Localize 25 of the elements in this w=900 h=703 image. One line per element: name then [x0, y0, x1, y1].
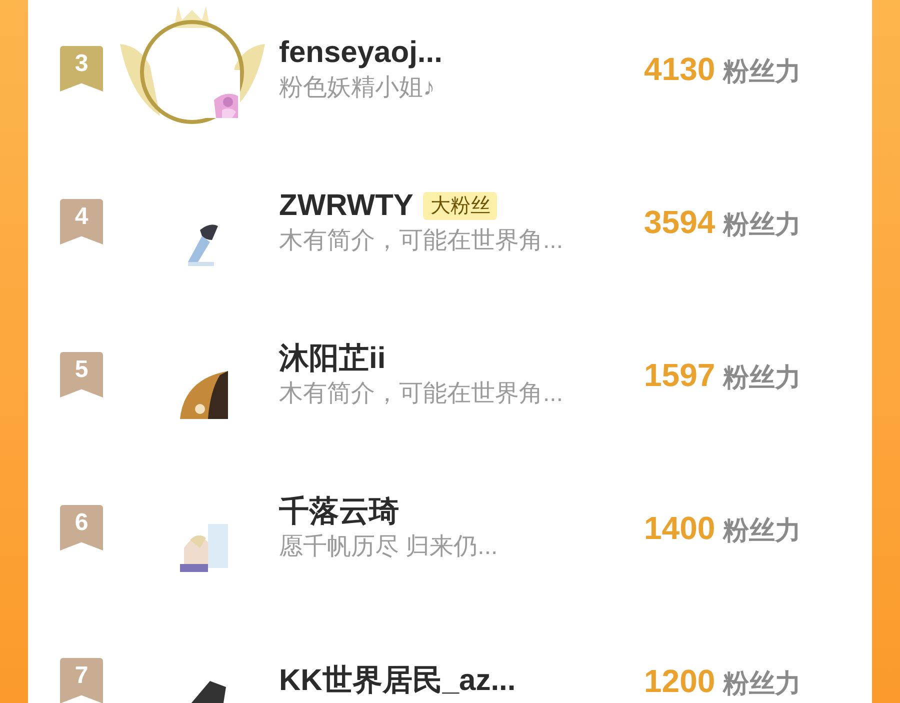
user-name: 千落云琦: [279, 494, 399, 530]
user-bio: 木有简介，可能在世界角...: [279, 226, 564, 256]
user-bio: 愿千帆历尽 归来仍...: [279, 532, 499, 562]
fan-score: 1400: [644, 508, 716, 548]
fan-score: 1597: [644, 356, 716, 394]
fan-score: 4130: [644, 50, 716, 88]
fan-score: 3594: [644, 202, 716, 242]
rank-ribbon: 3: [60, 46, 103, 92]
rank-ribbon: 4: [60, 198, 103, 244]
user-name: fenseyaoj...: [279, 34, 442, 70]
rank-ribbon: 5: [60, 352, 103, 398]
rank-ribbon: 6: [60, 504, 103, 550]
user-name: KK世界居民_az...: [279, 662, 516, 698]
fan-score-unit: 粉丝力: [723, 666, 802, 700]
user-name: 沐阳芷ii: [279, 340, 386, 376]
fan-score-unit: 粉丝力: [723, 514, 802, 546]
user-bio: 粉色妖精小姐♪: [279, 72, 436, 102]
user-bio: 木有简介，可能在世界角...: [279, 378, 564, 408]
rank-ribbon: 7: [60, 658, 103, 703]
fan-level-tag: 大粉丝: [423, 192, 498, 220]
fan-score-unit: 粉丝力: [723, 360, 802, 394]
user-name: ZWRWTY: [279, 188, 414, 224]
fan-score-unit: 粉丝力: [723, 54, 802, 88]
fan-score: 1200: [644, 662, 716, 700]
fan-score-unit: 粉丝力: [723, 208, 802, 240]
